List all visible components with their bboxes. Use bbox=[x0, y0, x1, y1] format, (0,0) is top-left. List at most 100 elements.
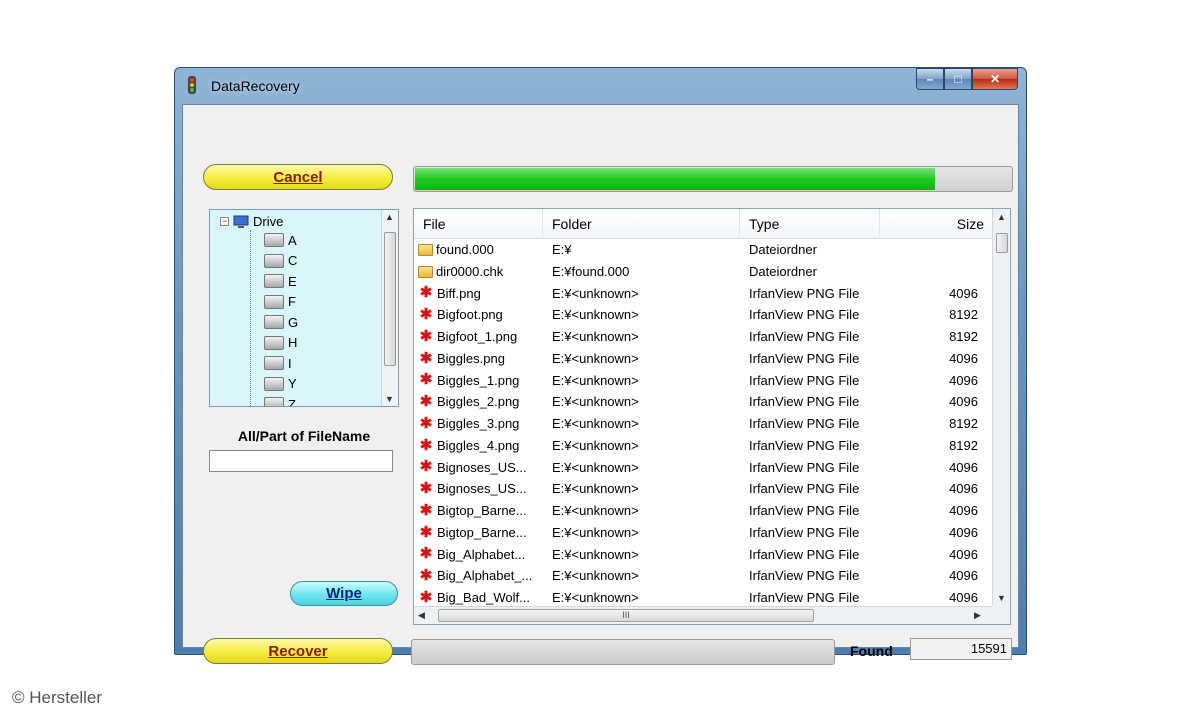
tree-drive-y[interactable]: Y bbox=[264, 374, 297, 394]
tree-drive-h[interactable]: H bbox=[264, 333, 297, 353]
recover-button[interactable]: Recover bbox=[203, 638, 393, 664]
cancel-button[interactable]: Cancel bbox=[203, 164, 393, 190]
table-row[interactable]: ✱ Bigtop_Barne... E:¥<unknown> IrfanView PN… bbox=[414, 500, 992, 522]
cell-folder: E:¥<unknown> bbox=[552, 329, 639, 344]
cell-size: 8192 bbox=[949, 416, 978, 431]
tree-drive-a[interactable]: A bbox=[264, 230, 297, 250]
tree-drive-c[interactable]: C bbox=[264, 251, 297, 271]
title-bar[interactable]: DataRecovery – □ ✕ bbox=[175, 68, 1026, 104]
file-name: Big_Alphabet_... bbox=[437, 568, 533, 584]
file-name: Biggles.png bbox=[437, 350, 505, 366]
table-row[interactable]: ✱ Bigtop_Barne... E:¥<unknown> IrfanView PN… bbox=[414, 522, 992, 544]
file-name: dir0000.chk bbox=[436, 263, 504, 279]
app-window: DataRecovery – □ ✕ Cancel − Drive ACEFGH… bbox=[174, 67, 1027, 665]
cell-type: IrfanView PNG File bbox=[749, 307, 860, 323]
png-icon: ✱ bbox=[419, 306, 433, 324]
tree-drive-e[interactable]: E bbox=[264, 271, 297, 291]
drive-icon bbox=[264, 233, 284, 247]
tree-root-drive[interactable]: − Drive bbox=[220, 214, 283, 229]
file-list[interactable]: File Folder Type Size found.000 E:¥ Dateio… bbox=[413, 208, 1011, 625]
cell-file: ✱ Biggles_4.png bbox=[418, 435, 544, 457]
png-icon: ✱ bbox=[419, 458, 433, 476]
file-list-vscroll-thumb[interactable] bbox=[996, 233, 1008, 253]
minimize-button[interactable]: – bbox=[916, 68, 944, 90]
table-row[interactable]: ✱ Bigfoot.png E:¥<unknown> IrfanView PNG Fi… bbox=[414, 304, 992, 326]
file-list-rows: found.000 E:¥ Dateiordner dir0000.chk E:¥fou… bbox=[414, 239, 992, 606]
tree-drive-z[interactable]: Z bbox=[264, 394, 296, 406]
tree-drive-label: G bbox=[288, 314, 299, 330]
column-header-type[interactable]: Type bbox=[740, 209, 880, 239]
cell-file: ✱ Biggles_1.png bbox=[418, 370, 544, 392]
table-row[interactable]: ✱ Bignoses_US... E:¥<unknown> IrfanView PNG… bbox=[414, 457, 992, 479]
cell-size: 4096 bbox=[949, 372, 978, 388]
scroll-up-icon[interactable]: ▲ bbox=[385, 212, 394, 222]
scroll-right-icon[interactable]: ▶ bbox=[974, 610, 981, 621]
cell-file: ✱ Bignoses_US... bbox=[418, 457, 544, 479]
file-name: Biggles_4.png bbox=[437, 437, 520, 453]
cell-file: ✱ Bignoses_US... bbox=[418, 478, 544, 500]
cell-folder: E:¥<unknown> bbox=[552, 459, 639, 475]
cell-folder: E:¥<unknown> bbox=[552, 372, 639, 388]
png-icon: ✱ bbox=[419, 545, 433, 563]
recover-progress-bar bbox=[411, 639, 835, 665]
cell-file: ✱ Big_Bad_Wolf... bbox=[418, 587, 544, 606]
table-row[interactable]: ✱ Big_Bad_Wolf... E:¥<unknown> IrfanView PN… bbox=[414, 587, 992, 606]
file-name: Bigfoot.png bbox=[437, 307, 503, 323]
close-icon: ✕ bbox=[989, 72, 1001, 86]
scan-progress-fill bbox=[415, 168, 936, 190]
filename-filter-input[interactable] bbox=[209, 450, 393, 472]
png-icon: ✱ bbox=[419, 523, 433, 541]
column-header-file[interactable]: File bbox=[414, 209, 543, 239]
scroll-left-icon[interactable]: ◀ bbox=[418, 610, 425, 621]
table-row[interactable]: found.000 E:¥ Dateiordner bbox=[414, 239, 992, 261]
table-row[interactable]: ✱ Biggles_1.png E:¥<unknown> IrfanView PNG … bbox=[414, 370, 992, 392]
cell-type: IrfanView PNG File bbox=[749, 329, 860, 344]
table-row[interactable]: ✱ Bigfoot_1.png E:¥<unknown> IrfanView PNG … bbox=[414, 326, 992, 348]
cell-file: ✱ Biggles_2.png bbox=[418, 391, 544, 413]
scroll-down-icon[interactable]: ▼ bbox=[385, 394, 394, 404]
drive-icon bbox=[264, 315, 284, 329]
cell-size: 8192 bbox=[949, 307, 978, 323]
drive-icon bbox=[264, 274, 284, 288]
maximize-button[interactable]: □ bbox=[944, 68, 972, 90]
column-header-folder[interactable]: Folder bbox=[543, 209, 740, 239]
table-row[interactable]: ✱ Biggles_3.png E:¥<unknown> IrfanView PNG … bbox=[414, 413, 992, 435]
table-row[interactable]: ✱ Biff.png E:¥<unknown> IrfanView PNG File 4… bbox=[414, 283, 992, 305]
table-row[interactable]: ✱ Big_Alphabet_... E:¥<unknown> IrfanView P… bbox=[414, 565, 992, 587]
table-row[interactable]: ✱ Bignoses_US... E:¥<unknown> IrfanView PNG… bbox=[414, 478, 992, 500]
table-row[interactable]: ✱ Biggles.png E:¥<unknown> IrfanView PNG Fi… bbox=[414, 348, 992, 370]
cell-size: 4096 bbox=[949, 459, 978, 475]
file-list-vscrollbar[interactable]: ▲ ▼ bbox=[992, 209, 1010, 606]
scroll-down-icon[interactable]: ▼ bbox=[997, 593, 1006, 603]
tree-drive-i[interactable]: I bbox=[264, 353, 292, 373]
filename-filter-label: All/Part of FileName bbox=[237, 428, 371, 444]
folder-icon bbox=[418, 265, 433, 278]
table-row[interactable]: ✱ Biggles_2.png E:¥<unknown> IrfanView PNG … bbox=[414, 391, 992, 413]
tree-scroll-thumb[interactable] bbox=[384, 232, 396, 366]
table-row[interactable]: ✱ Biggles_4.png E:¥<unknown> IrfanView PNG … bbox=[414, 435, 992, 457]
file-name: Biff.png bbox=[437, 285, 481, 301]
wipe-button[interactable]: Wipe bbox=[290, 581, 398, 606]
cell-size: 4096 bbox=[949, 350, 978, 366]
file-name: Biggles_2.png bbox=[437, 394, 520, 410]
column-header-size[interactable]: Size bbox=[880, 209, 994, 239]
tree-drive-g[interactable]: G bbox=[264, 312, 298, 332]
tree-guide-line bbox=[250, 230, 251, 406]
scroll-up-icon[interactable]: ▲ bbox=[997, 212, 1006, 222]
file-list-hscroll-thumb[interactable]: III bbox=[438, 609, 814, 622]
cell-file: ✱ Bigfoot_1.png bbox=[418, 326, 544, 348]
close-button[interactable]: ✕ bbox=[972, 68, 1018, 90]
collapse-icon[interactable]: − bbox=[220, 217, 229, 226]
png-icon: ✱ bbox=[419, 284, 433, 302]
tree-root-label: Drive bbox=[253, 214, 284, 229]
table-row[interactable]: ✱ Big_Alphabet... E:¥<unknown> IrfanView PN… bbox=[414, 544, 992, 566]
cell-size: 4096 bbox=[949, 546, 978, 562]
tree-scrollbar[interactable]: ▲ ▼ bbox=[381, 210, 398, 406]
table-row[interactable]: dir0000.chk E:¥found.000 Dateiordner bbox=[414, 261, 992, 283]
file-list-hscrollbar[interactable]: ◀ III ▶ bbox=[414, 606, 992, 624]
cell-type: IrfanView PNG File bbox=[749, 546, 860, 562]
tree-drive-f[interactable]: F bbox=[264, 292, 296, 312]
file-list-header: File Folder Type Size bbox=[414, 209, 992, 239]
drive-icon bbox=[264, 397, 284, 406]
drive-tree[interactable]: − Drive ACEFGHIYZ ▲ ▼ bbox=[209, 209, 399, 407]
